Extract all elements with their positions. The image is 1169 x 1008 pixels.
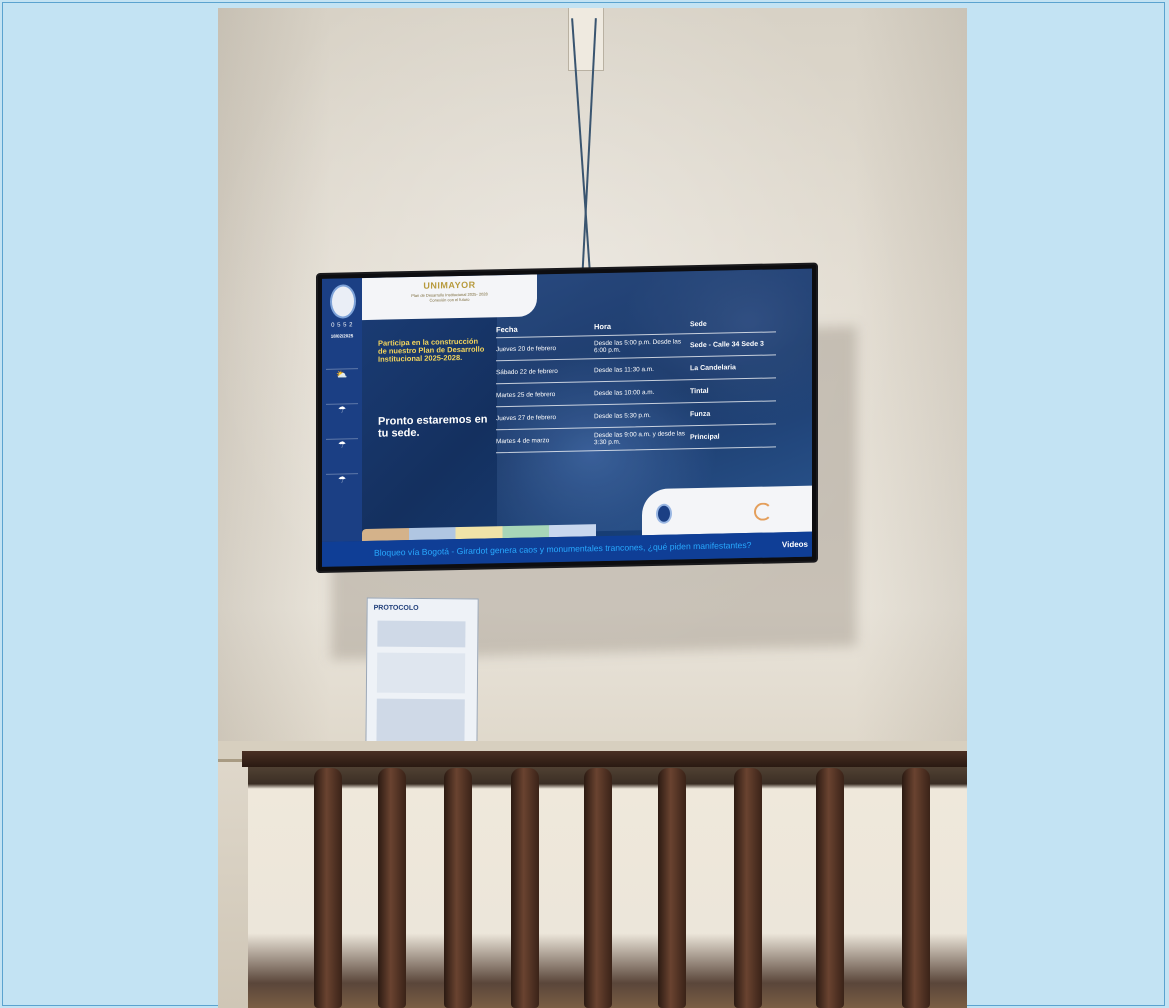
cell-hora: Desde las 10:00 a.m. bbox=[594, 388, 655, 397]
cell-sede: La Candelaria bbox=[690, 363, 736, 372]
poster-title: PROTOCOLO bbox=[373, 604, 419, 612]
tv: 0 5 5 2 18/02/2025 ⛅ ☂ ☂ ☂ UNIMAYOR Plan… bbox=[318, 264, 816, 571]
weather-cloud-sun-icon: ⛅ bbox=[326, 368, 358, 400]
weather-rain-icon: ☂ bbox=[326, 473, 358, 505]
baluster bbox=[378, 768, 406, 1008]
baluster bbox=[658, 768, 686, 1008]
baluster bbox=[734, 768, 762, 1008]
brand-subtitle: Plan de Desarrollo Institucional 2025- 2… bbox=[362, 290, 537, 304]
weather-rain-icon: ☂ bbox=[326, 438, 358, 470]
ticker-tag: Videos bbox=[781, 539, 808, 550]
poster-text-block bbox=[376, 698, 465, 744]
cell-hora: Desde las 11:30 a.m. bbox=[594, 365, 654, 374]
cell-hora: Desde las 9:00 a.m. y desde las 3:30 p.m… bbox=[594, 430, 685, 447]
cell-hora: Desde las 5:30 p.m. bbox=[594, 411, 651, 420]
date: 18/02/2025 bbox=[330, 333, 354, 339]
headline-yellow: Participa en la construcción de nuestro … bbox=[378, 336, 485, 364]
protocol-poster: PROTOCOLO bbox=[365, 597, 479, 761]
university-logo bbox=[330, 284, 356, 319]
clock: 0 5 5 2 bbox=[331, 322, 353, 329]
cell-sede: Tintal bbox=[690, 387, 709, 395]
cell-sede: Sede - Calle 34 Sede 3 bbox=[690, 340, 764, 349]
column-header: Fecha bbox=[496, 324, 518, 335]
weather-rain-icon: ☂ bbox=[326, 403, 358, 435]
baluster bbox=[511, 768, 539, 1008]
handrail bbox=[242, 751, 967, 767]
tv-screen: 0 5 5 2 18/02/2025 ⛅ ☂ ☂ ☂ UNIMAYOR Plan… bbox=[322, 268, 812, 567]
baluster bbox=[314, 768, 342, 1008]
cell-fecha: Sábado 22 de febrero bbox=[496, 367, 558, 376]
cell-sede: Principal bbox=[690, 433, 720, 441]
cell-sede: Funza bbox=[690, 410, 711, 418]
baluster bbox=[444, 768, 472, 1008]
photo: 0 5 5 2 18/02/2025 ⛅ ☂ ☂ ☂ UNIMAYOR Plan… bbox=[218, 8, 967, 1008]
column-header: Sede bbox=[690, 320, 707, 329]
sidebar: 0 5 5 2 18/02/2025 ⛅ ☂ ☂ ☂ bbox=[322, 278, 362, 542]
header-banner: UNIMAYOR Plan de Desarrollo Instituciona… bbox=[362, 274, 537, 321]
schedule-table: Fecha Hora Sede Jueves 20 de febrero Des… bbox=[496, 319, 776, 454]
column-header: Hora bbox=[594, 321, 612, 332]
cell-fecha: Jueves 20 de febrero bbox=[496, 344, 557, 353]
baluster bbox=[902, 768, 930, 1008]
poster-illustrations bbox=[376, 652, 466, 694]
cell-fecha: Jueves 27 de febrero bbox=[496, 413, 557, 422]
ticker-text: Bloqueo vía Bogotá - Girardot genera cao… bbox=[374, 539, 752, 558]
poster-text-block bbox=[377, 620, 466, 648]
cell-fecha: Martes 25 de febrero bbox=[496, 390, 556, 399]
cell-hora: Desde las 5:00 p.m. Desde las 6:00 p.m. bbox=[594, 338, 682, 355]
cell-fecha: Martes 4 de marzo bbox=[496, 436, 550, 445]
baluster bbox=[816, 768, 844, 1008]
baluster bbox=[584, 768, 612, 1008]
headline-white: Pronto estaremos en tu sede. bbox=[378, 413, 488, 440]
